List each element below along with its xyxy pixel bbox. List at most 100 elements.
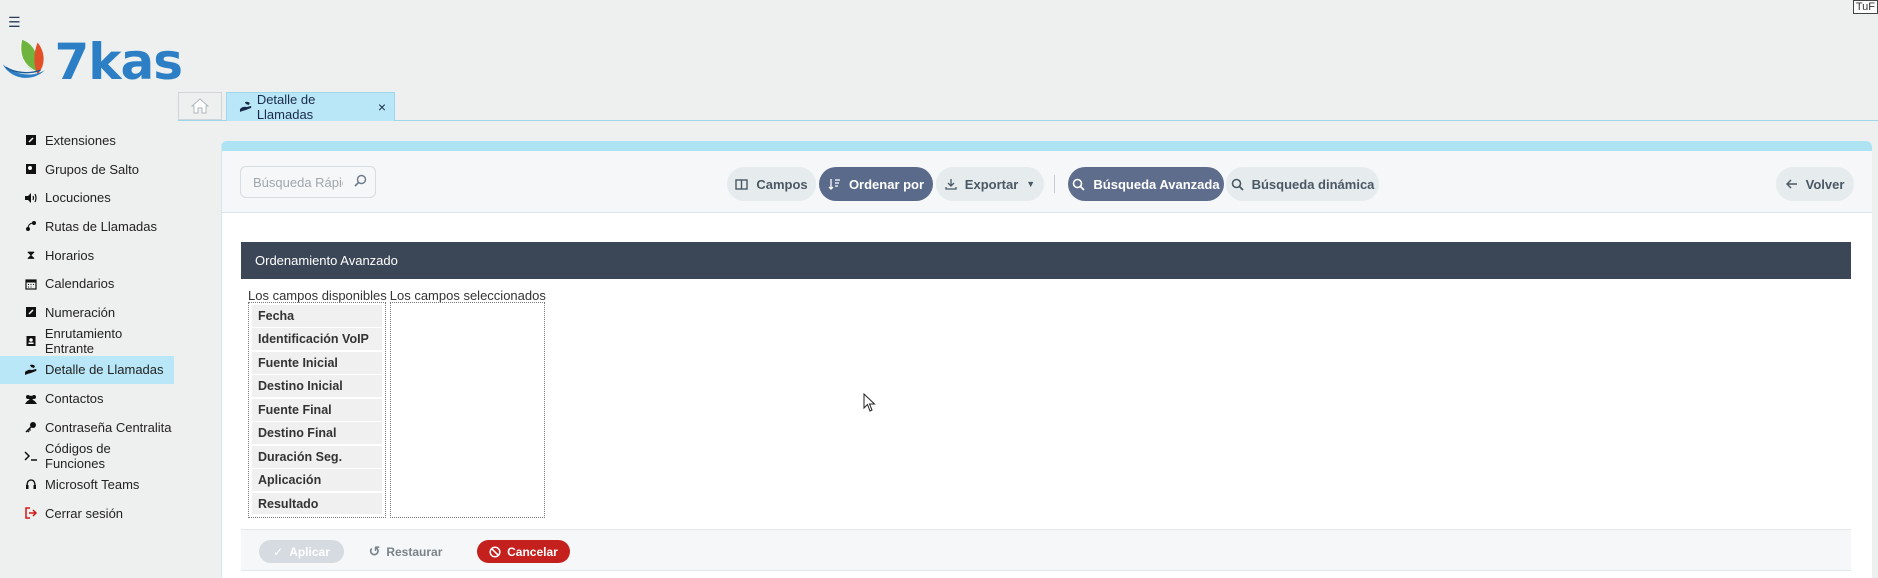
list-item[interactable]: Fuente Inicial <box>252 351 382 374</box>
sidebar-item-extensiones[interactable]: Extensiones <box>0 126 174 155</box>
download-icon <box>945 179 957 190</box>
tab-bar: Detalle de Llamadas × <box>178 92 1878 122</box>
home-icon <box>191 98 209 114</box>
sidebar-item-label: Detalle de Llamadas <box>45 362 164 378</box>
undo-icon: ↺ <box>368 543 381 559</box>
sidebar-item-label: Rutas de Llamadas <box>45 218 158 234</box>
groups-icon <box>24 162 38 176</box>
numbering-icon <box>24 305 38 319</box>
sidebar-item-label: Códigos de Funciones <box>45 440 111 471</box>
sidebar-item-label: Horarios <box>45 247 95 263</box>
corner-tag: TuF <box>1852 0 1878 14</box>
available-fields-label: Los campos disponibles <box>248 288 387 303</box>
sidebar-item-label: Contraseña Centralita <box>45 419 172 435</box>
list-item[interactable]: Destino Final <box>252 422 382 445</box>
sidebar-item-label: Calendarios <box>45 276 115 292</box>
sidebar-item-detalle-llamadas[interactable]: Detalle de Llamadas <box>0 355 174 385</box>
headset-icon <box>24 478 38 492</box>
search-icon <box>1231 178 1244 191</box>
list-labels: Los campos disponibles Los campos selecci… <box>248 288 549 303</box>
search-icon <box>1073 178 1086 191</box>
panel-title: Ordenamiento Avanzado <box>241 242 1851 279</box>
busqueda-dinamica-button[interactable]: Búsqueda dinámica <box>1226 167 1379 201</box>
caret-down-icon: ▼ <box>1026 179 1036 189</box>
volver-button[interactable]: Volver <box>1776 167 1854 201</box>
list-item[interactable]: Resultado <box>252 492 382 515</box>
sidebar-item-calendarios[interactable]: Calendarios <box>0 269 174 298</box>
sidebar-item-contactos[interactable]: Contactos <box>0 384 174 413</box>
sort-icon <box>828 179 840 190</box>
quick-search[interactable] <box>240 166 376 198</box>
close-icon[interactable]: × <box>378 99 386 115</box>
phone-hand-icon <box>24 363 38 377</box>
list-item[interactable]: Identificación VoIP <box>252 328 382 351</box>
sidebar-item-label: Locuciones <box>45 190 111 206</box>
hourglass-icon: ⧗ <box>26 247 36 262</box>
search-icon[interactable] <box>354 174 367 190</box>
key-icon <box>24 420 38 434</box>
extension-icon <box>24 133 38 147</box>
ordenar-por-button[interactable]: Ordenar por <box>819 167 933 201</box>
terminal-icon <box>24 449 38 463</box>
volver-label: Volver <box>1805 176 1845 192</box>
list-item[interactable]: Fecha <box>252 305 382 327</box>
sidebar-item-rutas-llamadas[interactable]: Rutas de Llamadas <box>0 212 174 241</box>
tab-home[interactable] <box>178 92 222 120</box>
sidebar: Extensiones Grupos de Salto Locuciones R… <box>0 126 174 528</box>
calendar-icon <box>24 277 38 291</box>
sidebar-item-label: Contactos <box>45 391 104 407</box>
ordenar-por-label: Ordenar por <box>848 176 925 192</box>
sidebar-item-label: Numeración <box>45 304 116 320</box>
sidebar-item-microsoft-teams[interactable]: Microsoft Teams <box>0 470 174 499</box>
sidebar-item-grupos-salto[interactable]: Grupos de Salto <box>0 155 174 184</box>
phone-hand-icon <box>239 101 252 112</box>
sidebar-item-numeracion[interactable]: Numeración <box>0 298 174 327</box>
sidebar-item-contrasena-centralita[interactable]: Contraseña Centralita <box>0 413 174 442</box>
panel-footer: ✓ Aplicar ↺ Restaurar Cancelar <box>241 529 1851 571</box>
list-item[interactable]: Destino Inicial <box>252 375 382 398</box>
sidebar-item-codigos-funciones[interactable]: Códigos de Funciones <box>0 440 174 471</box>
apply-label: Aplicar <box>289 544 330 559</box>
panel-title-text: Ordenamiento Avanzado <box>255 253 398 268</box>
campos-button[interactable]: Campos <box>727 167 816 201</box>
sidebar-item-cerrar-sesion[interactable]: Cerrar sesión <box>0 499 174 528</box>
sidebar-item-locuciones[interactable]: Locuciones <box>0 183 174 212</box>
toolbar: Campos Ordenar por Exportar ▼ Búsqueda A… <box>222 151 1872 213</box>
list-item[interactable]: Fuente Final <box>252 398 382 421</box>
exportar-label: Exportar <box>964 176 1019 192</box>
available-fields-list[interactable]: Fecha Identificación VoIP Fuente Inicial… <box>248 302 386 518</box>
sidebar-item-enrutamiento-entrante[interactable]: Enrutamiento Entrante <box>0 326 174 356</box>
sidebar-item-label: Microsoft Teams <box>45 477 140 493</box>
main-panel: Campos Ordenar por Exportar ▼ Búsqueda A… <box>221 141 1872 578</box>
exportar-button[interactable]: Exportar ▼ <box>936 167 1044 201</box>
speaker-icon <box>24 191 38 205</box>
ban-icon <box>489 545 501 558</box>
users-icon <box>24 392 38 406</box>
busqueda-avanzada-button[interactable]: Búsqueda Avanzada <box>1068 167 1224 201</box>
logo-leaf-icon <box>2 39 45 78</box>
quick-search-input[interactable] <box>253 174 343 190</box>
inbound-icon <box>24 334 38 348</box>
logo-text: 7kas <box>54 33 183 91</box>
cancel-button[interactable]: Cancelar <box>477 540 570 563</box>
list-item[interactable]: Duración Seg. <box>252 445 382 468</box>
list-item[interactable]: Aplicación <box>252 469 382 491</box>
cancel-label: Cancelar <box>507 544 558 559</box>
check-icon: ✓ <box>273 544 284 559</box>
selected-fields-label: Los campos seleccionados <box>389 288 546 303</box>
sidebar-item-horarios[interactable]: ⧗ Horarios <box>0 241 174 270</box>
busqueda-avanzada-label: Búsqueda Avanzada <box>1093 176 1220 192</box>
tab-detalle-llamadas[interactable]: Detalle de Llamadas × <box>226 92 395 122</box>
selected-fields-list[interactable] <box>390 302 545 518</box>
sidebar-item-label: Cerrar sesión <box>45 505 124 521</box>
app-logo: 7kas <box>0 26 183 94</box>
busqueda-dinamica-label: Búsqueda dinámica <box>1251 176 1375 192</box>
columns-icon <box>735 178 749 190</box>
restore-button[interactable]: ↺ Restaurar <box>363 540 448 563</box>
tab-label: Detalle de Llamadas <box>256 92 316 122</box>
sidebar-item-label: Extensiones <box>45 132 116 148</box>
sidebar-item-label: Grupos de Salto <box>45 161 139 177</box>
mouse-cursor-icon <box>863 393 876 412</box>
arrow-left-icon <box>1785 179 1797 189</box>
apply-button[interactable]: ✓ Aplicar <box>259 540 344 563</box>
